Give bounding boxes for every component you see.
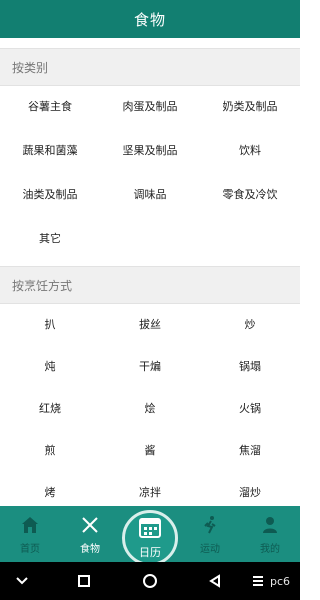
circle-icon[interactable] bbox=[140, 571, 160, 591]
category-item[interactable]: 谷薯主食 bbox=[0, 84, 100, 128]
section-title: 按类别 bbox=[12, 60, 49, 75]
category-item[interactable]: 蔬果和菌藻 bbox=[0, 128, 100, 172]
cooking-item[interactable]: 锅塌 bbox=[200, 344, 300, 388]
tab-home[interactable]: 首页 bbox=[0, 506, 60, 562]
cooking-item[interactable]: 干煸 bbox=[100, 344, 200, 388]
tab-label: 日历 bbox=[139, 546, 161, 559]
section-by-cooking: 按烹饪方式 bbox=[0, 266, 300, 304]
calendar-button[interactable]: 日历 bbox=[122, 510, 178, 566]
page-title: 食物 bbox=[133, 10, 166, 29]
category-item[interactable]: 调味品 bbox=[100, 172, 200, 216]
category-item[interactable]: 油类及制品 bbox=[0, 172, 100, 216]
user-icon bbox=[259, 514, 281, 536]
category-item[interactable]: 饮料 bbox=[200, 128, 300, 172]
cooking-item[interactable]: 烩 bbox=[100, 386, 200, 430]
calendar-icon bbox=[138, 516, 162, 542]
tab-food[interactable]: 食物 bbox=[60, 506, 120, 562]
category-item[interactable]: 肉蛋及制品 bbox=[100, 84, 200, 128]
tab-label: 我的 bbox=[260, 544, 280, 555]
cooking-item[interactable]: 煎 bbox=[0, 428, 100, 472]
section-by-category: 按类别 bbox=[0, 48, 300, 86]
utensils-icon bbox=[79, 514, 101, 536]
cooking-item[interactable]: 焦溜 bbox=[200, 428, 300, 472]
cooking-item[interactable]: 炖 bbox=[0, 344, 100, 388]
square-icon[interactable] bbox=[74, 571, 94, 591]
tab-exercise[interactable]: 运动 bbox=[180, 506, 240, 562]
tab-label: 首页 bbox=[20, 544, 40, 555]
cooking-item[interactable]: 拔丝 bbox=[100, 302, 200, 346]
back-triangle-icon[interactable] bbox=[205, 571, 225, 591]
cooking-item[interactable]: 火锅 bbox=[200, 386, 300, 430]
watermark-text: pc6 bbox=[269, 574, 290, 588]
tab-label: 运动 bbox=[200, 544, 220, 555]
tab-profile[interactable]: 我的 bbox=[240, 506, 300, 562]
top-bar: 食物 bbox=[0, 0, 300, 38]
category-item[interactable]: 其它 bbox=[0, 216, 100, 260]
home-icon bbox=[19, 514, 41, 536]
cooking-item[interactable]: 扒 bbox=[0, 302, 100, 346]
tab-label: 食物 bbox=[80, 544, 100, 555]
system-nav-bar bbox=[0, 562, 300, 600]
watermark-logo: pc6 bbox=[266, 571, 294, 591]
cooking-item[interactable]: 红烧 bbox=[0, 386, 100, 430]
cooking-item[interactable]: 炒 bbox=[200, 302, 300, 346]
section-title: 按烹饪方式 bbox=[12, 278, 73, 293]
category-item[interactable]: 奶类及制品 bbox=[200, 84, 300, 128]
cooking-item[interactable]: 酱 bbox=[100, 428, 200, 472]
category-item[interactable]: 零食及冷饮 bbox=[200, 172, 300, 216]
chevron-down-icon[interactable] bbox=[12, 571, 32, 591]
category-item[interactable]: 坚果及制品 bbox=[100, 128, 200, 172]
running-icon bbox=[199, 514, 221, 536]
